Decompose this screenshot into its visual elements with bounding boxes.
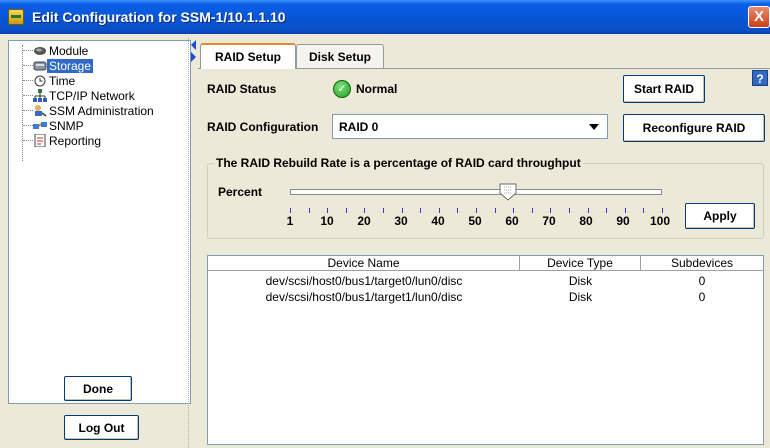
raid-configuration-label: RAID Configuration xyxy=(207,120,319,134)
help-icon[interactable]: ? xyxy=(752,70,768,86)
slider-tick xyxy=(401,208,403,213)
slider-tick xyxy=(569,208,570,213)
expand-right-icon[interactable] xyxy=(191,52,196,62)
tree-item-module[interactable]: Module xyxy=(9,43,190,58)
tree-item-tcpip-network[interactable]: TCP/IP Network xyxy=(9,88,190,103)
rebuild-rate-slider-track[interactable] xyxy=(290,189,662,195)
tree-item-label: SNMP xyxy=(49,118,84,133)
module-icon xyxy=(33,44,47,57)
slider-tick-label: 1 xyxy=(286,214,294,228)
raid-configuration-select[interactable]: RAID 0 xyxy=(332,114,608,139)
table-cell-subdevices[interactable]: 0 xyxy=(641,290,763,304)
raid-status-value: Normal xyxy=(356,82,398,96)
left-panel: Module Storage Time TCP/IP Network SSM A… xyxy=(0,34,198,448)
tree-item-reporting[interactable]: Reporting xyxy=(9,133,190,148)
tree-item-snmp[interactable]: SNMP xyxy=(9,118,190,133)
slider-tick xyxy=(364,208,366,213)
tab-raid-setup[interactable]: RAID Setup xyxy=(200,43,296,69)
slider-tick xyxy=(476,208,477,213)
slider-tick-label: 10 xyxy=(320,214,334,228)
tree-item-label: Storage xyxy=(47,58,94,73)
table-cell-device-name[interactable]: dev/scsi/host0/bus1/target0/lun0/disc xyxy=(208,274,520,288)
slider-tick xyxy=(290,208,291,213)
admin-icon xyxy=(33,104,47,117)
rebuild-rate-group-title: The RAID Rebuild Rate is a percentage of… xyxy=(214,156,583,170)
slider-tick-label: 100 xyxy=(649,214,671,228)
slider-tick-label: 20 xyxy=(357,214,371,228)
snmp-icon xyxy=(33,119,47,132)
app-icon xyxy=(8,9,24,25)
slider-tick-label: 80 xyxy=(579,214,593,228)
tab-disk-setup[interactable]: Disk Setup xyxy=(296,44,384,68)
tree-item-storage[interactable]: Storage xyxy=(9,58,190,73)
slider-tick xyxy=(420,208,422,213)
slider-tick xyxy=(550,208,552,213)
clock-icon xyxy=(33,74,47,87)
window-title: Edit Configuration for SSM-1/10.1.1.10 xyxy=(32,9,286,25)
table-cell-device-type[interactable]: Disk xyxy=(520,290,641,304)
status-ok-icon: ✓ xyxy=(333,80,351,98)
chevron-down-icon xyxy=(589,124,599,130)
logout-button[interactable]: Log Out xyxy=(64,415,139,440)
slider-tick-label: 50 xyxy=(468,214,482,228)
slider-tick xyxy=(438,208,440,213)
collapse-left-icon[interactable] xyxy=(191,40,196,50)
slider-tick-label: 70 xyxy=(542,214,556,228)
slider-tick-label: 30 xyxy=(394,214,408,228)
slider-tick-label: 40 xyxy=(431,214,445,228)
slider-tick xyxy=(345,208,347,213)
table-cell-subdevices[interactable]: 0 xyxy=(641,274,763,288)
raid-status-label: RAID Status xyxy=(207,82,277,96)
slider-tick xyxy=(606,208,608,213)
navigation-tree: Module Storage Time TCP/IP Network SSM A… xyxy=(8,40,191,404)
slider-tick xyxy=(513,208,515,213)
reporting-icon xyxy=(33,134,47,147)
table-cell-device-name[interactable]: dev/scsi/host0/bus1/target1/lun0/disc xyxy=(208,290,520,304)
storage-icon xyxy=(33,59,47,72)
tree-item-time[interactable]: Time xyxy=(9,73,190,88)
raid-configuration-value: RAID 0 xyxy=(339,119,379,134)
slider-tick xyxy=(531,208,533,213)
start-raid-button[interactable]: Start RAID xyxy=(623,75,705,103)
column-header-subdevices[interactable]: Subdevices xyxy=(641,256,763,271)
percent-label: Percent xyxy=(218,185,263,199)
column-header-device-name[interactable]: Device Name xyxy=(208,256,520,271)
slider-tick xyxy=(643,208,645,213)
slider-tick xyxy=(457,208,459,213)
slider-tick xyxy=(494,208,496,213)
tree-item-label: Reporting xyxy=(49,133,102,148)
slider-tick-label: 90 xyxy=(616,214,630,228)
network-icon xyxy=(33,89,47,102)
panel-splitter[interactable] xyxy=(188,38,198,448)
title-bar: Edit Configuration for SSM-1/10.1.1.10 X xyxy=(0,0,770,34)
tree-item-label: TCP/IP Network xyxy=(49,88,135,103)
tree-item-label: Module xyxy=(49,43,89,58)
slider-tick xyxy=(308,208,310,213)
tree-item-ssm-administration[interactable]: SSM Administration xyxy=(9,103,190,118)
reconfigure-raid-button[interactable]: Reconfigure RAID xyxy=(623,114,765,142)
close-button[interactable]: X xyxy=(748,6,770,28)
slider-tick-label: 60 xyxy=(505,214,519,228)
tree-item-label: Time xyxy=(49,73,76,88)
device-table: Device Name Device Type Subdevices dev/s… xyxy=(207,255,764,445)
slider-tick xyxy=(624,208,626,213)
slider-tick xyxy=(662,208,663,213)
rebuild-rate-slider-thumb[interactable] xyxy=(498,182,518,202)
slider-tick xyxy=(327,208,329,213)
table-cell-device-type[interactable]: Disk xyxy=(520,274,641,288)
tree-item-label: SSM Administration xyxy=(49,103,154,118)
column-header-device-type[interactable]: Device Type xyxy=(520,256,641,271)
slider-tick xyxy=(383,208,384,213)
apply-button[interactable]: Apply xyxy=(685,203,755,229)
done-button[interactable]: Done xyxy=(64,376,132,401)
slider-tick xyxy=(587,208,589,213)
